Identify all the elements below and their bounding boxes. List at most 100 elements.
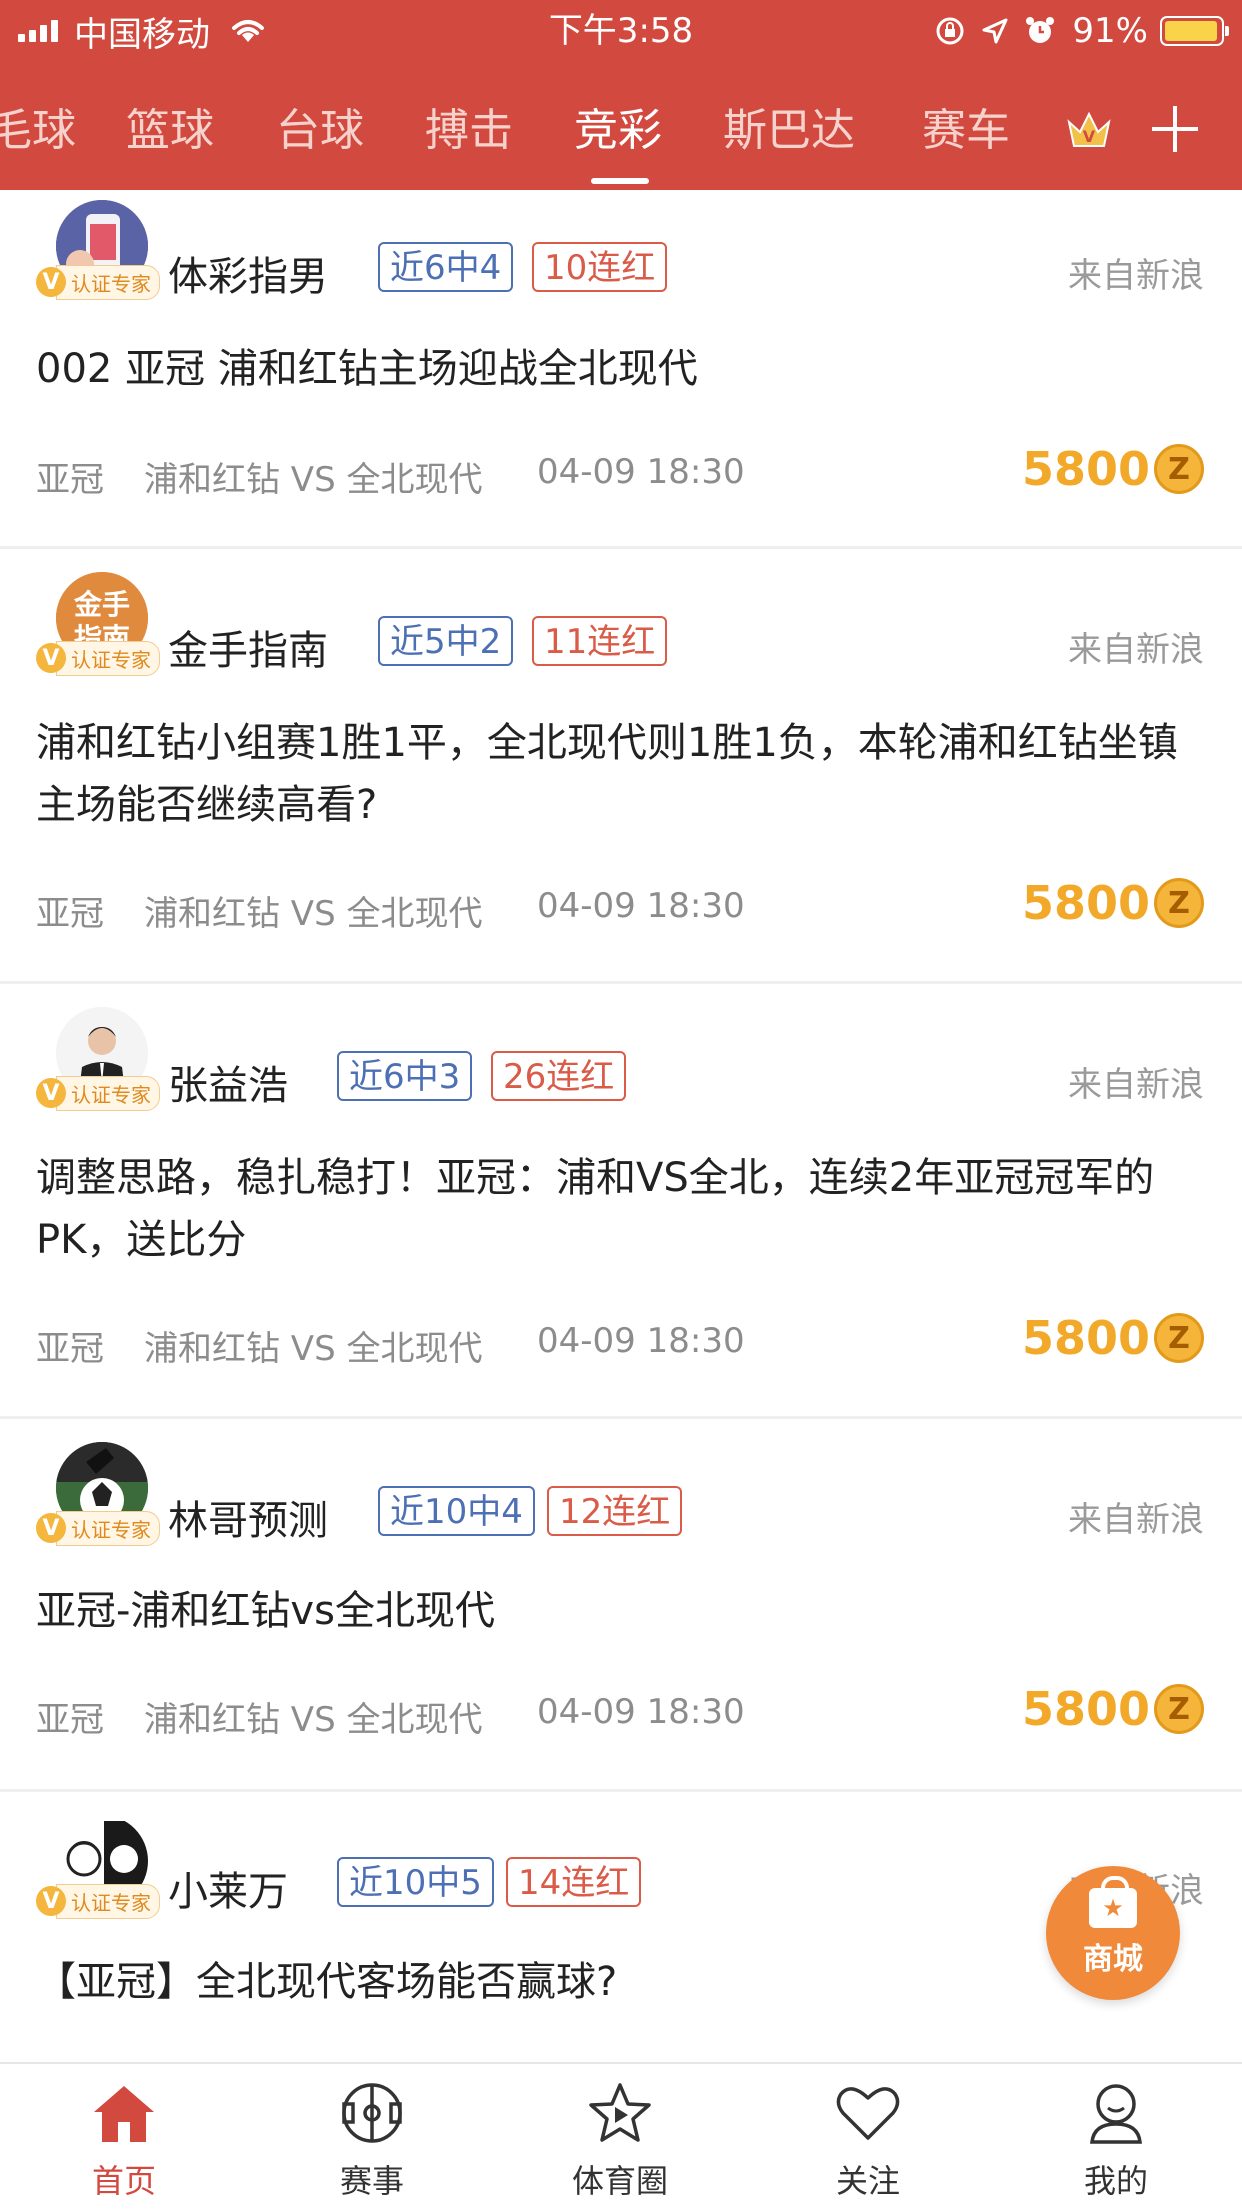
pitch-icon [339, 2082, 405, 2148]
record-tag: 近10中4 [378, 1486, 535, 1536]
source-label: 来自新浪 [1068, 256, 1204, 296]
category-tabs: 毛球 篮球 台球 搏击 竞彩 斯巴达 赛车 V [0, 80, 1242, 190]
certified-expert-label: 认证专家 [56, 1883, 160, 1919]
certified-expert-badge: V 认证专家 [36, 1883, 160, 1919]
nav-profile[interactable]: 我的 [1036, 2082, 1196, 2202]
heart-icon [835, 2082, 901, 2148]
tip-card[interactable]: 金手 指南 V 认证专家 金手指南 近5中2 11连红 来自新浪 浦和红钻小组赛1胜… [0, 550, 1242, 984]
record-tag: 近10中5 [337, 1857, 494, 1907]
author-name[interactable]: 张益浩 [168, 1053, 288, 1111]
tip-title[interactable]: 【亚冠】全北现代客场能否赢球? [36, 1951, 1206, 2013]
certified-expert-badge: V 认证专家 [36, 640, 160, 676]
tip-card[interactable]: V 认证专家 林哥预测 近10中4 12连红 来自新浪 亚冠-浦和红钻vs全北现代… [0, 1420, 1242, 1792]
certified-expert-label: 认证专家 [56, 1510, 160, 1546]
active-tab-indicator [591, 178, 649, 184]
svg-text:V: V [1083, 127, 1096, 146]
verified-icon: V [36, 1513, 66, 1543]
price-value: 5800 [1021, 1682, 1150, 1736]
nav-matches[interactable]: 赛事 [292, 2082, 452, 2202]
tip-title[interactable]: 亚冠-浦和红钻vs全北现代 [36, 1580, 1206, 1642]
verified-icon: V [36, 643, 66, 673]
user-icon [1086, 2082, 1146, 2148]
price-value: 5800 [1021, 1311, 1150, 1365]
tip-title[interactable]: 调整思路，稳扎稳打！亚冠：浦和VS全北，连续2年亚冠冠军的PK，送比分 [36, 1147, 1206, 1271]
nav-profile-label: 我的 [1083, 2162, 1148, 2200]
mall-label: 商城 [1083, 1942, 1143, 1977]
streak-tag: 26连红 [491, 1051, 627, 1101]
verified-icon: V [36, 1886, 66, 1916]
tip-card[interactable]: V 认证专家 体彩指男 近6中4 10连红 来自新浪 002 亚冠 浦和红钻主场迎… [0, 190, 1242, 549]
match-teams: 浦和红钻 VS 全北现代 [144, 894, 483, 934]
match-league: 亚冠 [36, 1329, 104, 1369]
certified-expert-label: 认证专家 [56, 640, 160, 676]
tab-badminton[interactable]: 毛球 [0, 94, 76, 158]
battery-icon [1160, 16, 1229, 46]
verified-icon: V [36, 267, 66, 297]
add-tab-icon[interactable] [1150, 104, 1200, 154]
verified-icon: V [36, 1078, 66, 1108]
mall-button[interactable]: ★ 商城 [1046, 1866, 1180, 2000]
tab-fighting[interactable]: 搏击 [425, 94, 513, 158]
source-label: 来自新浪 [1068, 630, 1204, 670]
certified-expert-label: 认证专家 [56, 264, 160, 300]
price[interactable]: 5800 Z [1022, 1311, 1204, 1365]
coin-icon: Z [1154, 878, 1204, 928]
coin-icon: Z [1154, 1684, 1204, 1734]
record-tag: 近5中2 [378, 616, 514, 666]
tab-basketball[interactable]: 篮球 [126, 94, 214, 158]
tab-billiards[interactable]: 台球 [276, 94, 364, 158]
tip-card[interactable]: V 认证专家 张益浩 近6中3 26连红 来自新浪 调整思路，稳扎稳打！亚冠：浦和… [0, 985, 1242, 1419]
certified-expert-badge: V 认证专家 [36, 1075, 160, 1111]
nav-sports-circle-label: 体育圈 [571, 2162, 668, 2200]
match-time: 04-09 18:30 [537, 1321, 745, 1361]
source-label: 来自新浪 [1068, 1065, 1204, 1105]
match-teams: 浦和红钻 VS 全北现代 [144, 1700, 483, 1740]
price[interactable]: 5800 Z [1022, 1682, 1204, 1736]
coin-icon: Z [1154, 1313, 1204, 1363]
match-league: 亚冠 [36, 460, 104, 500]
match-teams: 浦和红钻 VS 全北现代 [144, 1329, 483, 1369]
tab-spartan[interactable]: 斯巴达 [723, 94, 855, 158]
match-league: 亚冠 [36, 1700, 104, 1740]
price[interactable]: 5800 Z [1022, 876, 1204, 930]
record-tag: 近6中4 [378, 242, 514, 292]
tip-title[interactable]: 浦和红钻小组赛1胜1平，全北现代则1胜1负，本轮浦和红钻坐镇主场能否继续高看? [36, 712, 1206, 836]
app-header: 中国移动 下午3:58 91% 毛球 篮球 台球 搏击 竞彩 斯巴达 赛车 V [0, 0, 1242, 190]
nav-sports-circle[interactable]: 体育圈 [540, 2082, 700, 2202]
tab-racing[interactable]: 赛车 [922, 94, 1010, 158]
location-icon [980, 16, 1010, 46]
tip-title[interactable]: 002 亚冠 浦和红钻主场迎战全北现代 [36, 338, 1206, 400]
match-time: 04-09 18:30 [537, 886, 745, 926]
svg-text:金手: 金手 [73, 588, 130, 621]
nav-matches-label: 赛事 [339, 2162, 404, 2200]
star-play-icon [586, 2082, 654, 2148]
status-bar: 中国移动 下午3:58 91% [0, 0, 1242, 62]
author-name[interactable]: 林哥预测 [168, 1488, 328, 1546]
nav-follow[interactable]: 关注 [788, 2082, 948, 2202]
nav-home-label: 首页 [91, 2162, 156, 2200]
source-label: 来自新浪 [1068, 1500, 1204, 1540]
price-value: 5800 [1021, 442, 1150, 496]
nav-home[interactable]: 首页 [44, 2082, 204, 2202]
orientation-lock-icon [934, 15, 966, 47]
shopping-bag-icon: ★ [1089, 1876, 1137, 1928]
alarm-icon [1024, 15, 1056, 47]
author-name[interactable]: 小莱万 [168, 1859, 288, 1917]
author-name[interactable]: 金手指南 [168, 618, 328, 676]
bottom-nav: 首页 赛事 体育圈 关注 我的 [0, 2062, 1242, 2210]
home-icon [90, 2082, 158, 2148]
streak-tag: 14连红 [506, 1857, 642, 1907]
certified-expert-label: 认证专家 [56, 1075, 160, 1111]
match-league: 亚冠 [36, 894, 104, 934]
match-time: 04-09 18:30 [537, 452, 745, 492]
price-value: 5800 [1021, 876, 1150, 930]
crown-icon[interactable]: V [1064, 108, 1114, 156]
streak-tag: 11连红 [532, 616, 668, 666]
streak-tag: 12连红 [547, 1486, 683, 1536]
status-right: 91% [920, 6, 1229, 56]
match-teams: 浦和红钻 VS 全北现代 [144, 460, 483, 500]
author-name[interactable]: 体彩指男 [168, 244, 328, 302]
tab-lottery[interactable]: 竞彩 [574, 94, 662, 158]
price[interactable]: 5800 Z [1022, 442, 1204, 496]
tips-feed: V 认证专家 体彩指男 近6中4 10连红 来自新浪 002 亚冠 浦和红钻主场迎… [0, 190, 1242, 2062]
